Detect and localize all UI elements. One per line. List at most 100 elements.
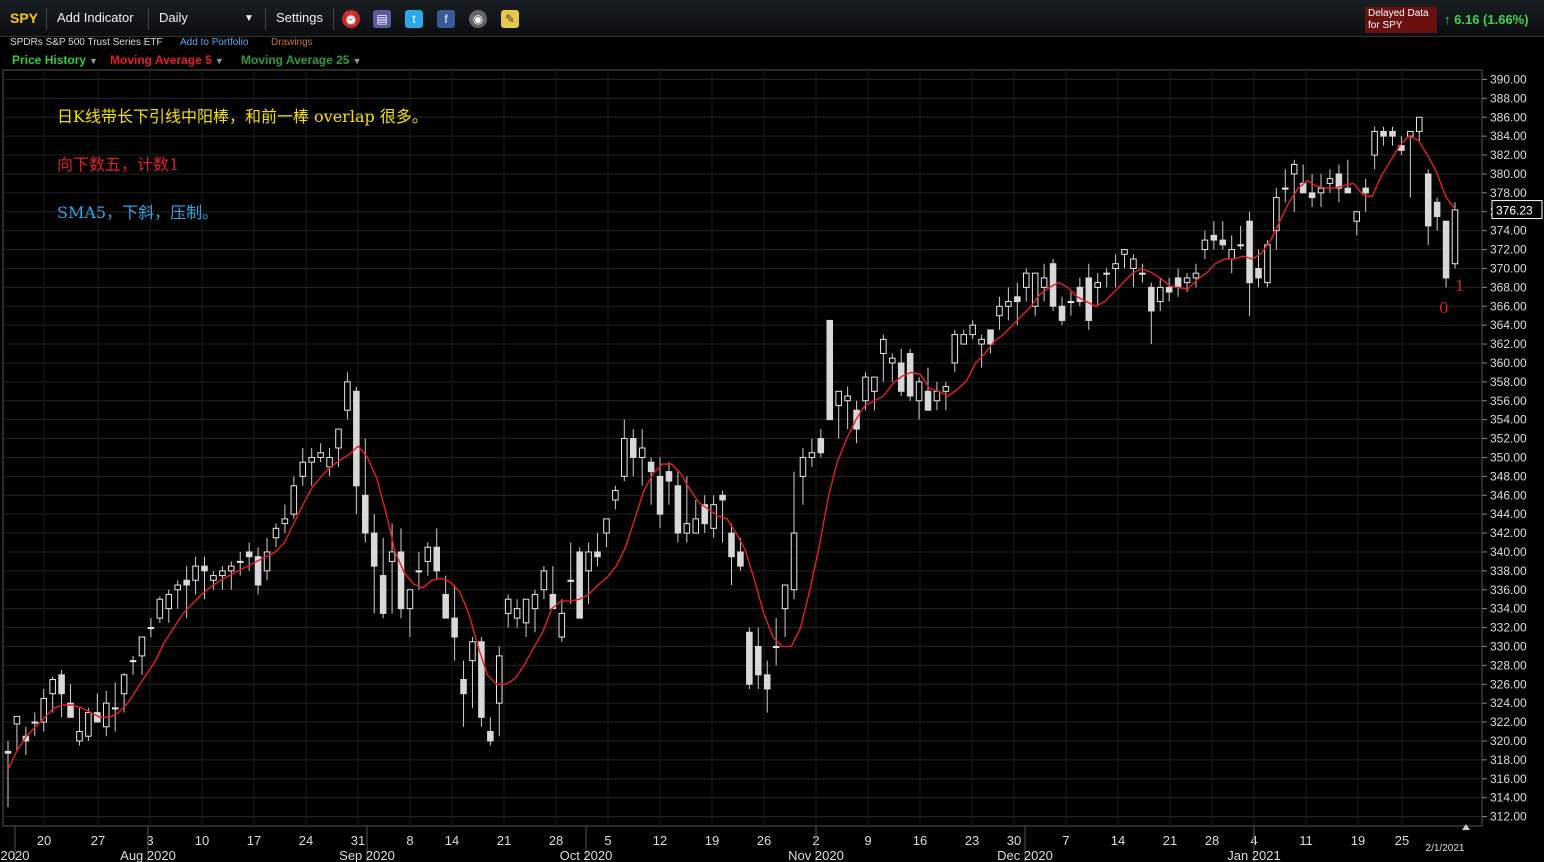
x-month-label: Sep 2020 bbox=[339, 848, 395, 862]
candle-body-up bbox=[1290, 164, 1298, 175]
candle-body-down bbox=[1165, 286, 1173, 293]
candle-body-up bbox=[889, 357, 896, 364]
candle-body-down bbox=[906, 353, 914, 397]
candle-body-down bbox=[1174, 277, 1182, 288]
x-tick-label: 17 bbox=[247, 833, 261, 848]
candle-body-up bbox=[835, 390, 842, 406]
candle-body-up bbox=[13, 715, 21, 725]
candle-body-up bbox=[951, 334, 959, 364]
candle-body-down bbox=[1389, 130, 1396, 137]
chart-grid bbox=[2, 69, 1483, 827]
candle-body-down bbox=[433, 546, 441, 572]
candle-body-down bbox=[737, 551, 744, 567]
x-tick-label: 9 bbox=[864, 833, 871, 848]
candle-body-up bbox=[102, 702, 110, 728]
candle-body-up bbox=[281, 518, 289, 525]
candle-body-up bbox=[1022, 272, 1030, 288]
candle bbox=[1451, 202, 1459, 269]
y-tick-label: 316.00 bbox=[1490, 772, 1527, 786]
candle-body-up bbox=[1183, 277, 1191, 284]
candle-body-up bbox=[978, 338, 985, 345]
candle-body-up bbox=[1201, 239, 1209, 251]
candle-body-up bbox=[344, 381, 351, 411]
candle-body-up bbox=[710, 504, 717, 529]
candle-body-up bbox=[1094, 282, 1101, 288]
x-tick-label: 14 bbox=[445, 833, 459, 848]
x-tick-label: 21 bbox=[1163, 833, 1177, 848]
candle-body-up bbox=[174, 584, 181, 591]
candle-body-up bbox=[228, 565, 235, 572]
candle-body-down bbox=[1058, 305, 1066, 321]
y-tick-label: 386.00 bbox=[1490, 110, 1527, 124]
y-tick-label: 364.00 bbox=[1490, 318, 1527, 332]
candle-body-down bbox=[629, 438, 637, 458]
y-tick-label: 352.00 bbox=[1490, 432, 1527, 446]
candle-body-up bbox=[1156, 286, 1164, 303]
candle-body-up bbox=[513, 608, 521, 619]
candle-body-up bbox=[540, 570, 548, 591]
candle-body-up bbox=[808, 452, 816, 458]
count-label-one: 1 bbox=[1455, 277, 1465, 295]
candle-body-up bbox=[31, 721, 39, 724]
candle-body-down bbox=[1380, 130, 1387, 137]
candle-body-up bbox=[844, 395, 851, 402]
y-tick-label: 338.00 bbox=[1490, 564, 1527, 578]
candle-body-up bbox=[138, 636, 146, 657]
candle-body-up bbox=[192, 565, 199, 581]
y-tick-label: 330.00 bbox=[1490, 639, 1527, 653]
candle-body-down bbox=[1424, 173, 1432, 227]
candle-body-up bbox=[799, 456, 807, 477]
candle-body-down bbox=[1255, 267, 1262, 279]
candle-body-up bbox=[120, 674, 128, 695]
y-tick-label: 318.00 bbox=[1490, 753, 1527, 767]
candle-body-up bbox=[1112, 263, 1119, 269]
candle-body-up bbox=[1130, 258, 1137, 269]
y-tick-label: 326.00 bbox=[1490, 677, 1527, 691]
y-tick-label: 334.00 bbox=[1490, 602, 1527, 616]
x-tick-label: 24 bbox=[299, 833, 313, 848]
candle-body-down bbox=[826, 319, 834, 421]
candle-body-up bbox=[1040, 277, 1048, 288]
x-tick-label: 8 bbox=[406, 833, 413, 848]
candle-body-down bbox=[1210, 234, 1218, 241]
candlestick-chart[interactable]: 390.00 388.00 386.00 384.00 382.00 380.00 378.… bbox=[0, 0, 1544, 862]
candle-body-up bbox=[308, 456, 315, 463]
x-axis: 2027310172431814212851219262916233071421… bbox=[1, 824, 1470, 862]
annotation-text: 日K线带长下引线中阳棒，和前一棒 overlap 很多。 bbox=[57, 107, 428, 126]
candle-body-down bbox=[576, 551, 583, 619]
candle-body-down bbox=[1433, 201, 1441, 217]
y-tick-label: 370.00 bbox=[1490, 261, 1527, 275]
y-tick-label: 348.00 bbox=[1490, 469, 1527, 483]
y-tick-label: 324.00 bbox=[1490, 696, 1527, 710]
y-tick-label: 374.00 bbox=[1490, 224, 1527, 238]
y-tick-label: 340.00 bbox=[1490, 545, 1527, 559]
candle-body-up bbox=[960, 334, 968, 345]
candle-body-down bbox=[1148, 286, 1155, 312]
candle-body-up bbox=[862, 376, 869, 402]
candle-body-up bbox=[290, 485, 298, 515]
candle-body-up bbox=[219, 570, 226, 577]
y-tick-label: 358.00 bbox=[1490, 375, 1527, 389]
candle-body-up bbox=[781, 584, 789, 610]
candle-body-up bbox=[1416, 116, 1423, 132]
candle-body-down bbox=[201, 565, 208, 572]
candle-body-down bbox=[746, 631, 753, 685]
x-tick-label: 25 bbox=[1395, 833, 1409, 848]
x-tick-label: 7 bbox=[1062, 833, 1069, 848]
candle-body-up bbox=[129, 660, 137, 663]
x-tick-label: 10 bbox=[195, 833, 209, 848]
candle-body-down bbox=[4, 750, 12, 754]
candle-body-down bbox=[460, 679, 467, 695]
x-month-label: Dec 2020 bbox=[997, 848, 1053, 862]
candle-body-up bbox=[424, 546, 432, 562]
y-tick-label: 332.00 bbox=[1490, 621, 1527, 635]
candle-body-down bbox=[1442, 220, 1450, 279]
candle-body-down bbox=[665, 471, 673, 482]
candle-body-up bbox=[692, 518, 700, 534]
candle-body-up bbox=[1371, 130, 1378, 156]
candle-body-up bbox=[772, 645, 780, 648]
candle-body-up bbox=[790, 532, 798, 591]
candle-body-up bbox=[1353, 211, 1361, 222]
candle-body-up bbox=[1005, 301, 1012, 307]
candle-body-up bbox=[558, 612, 566, 638]
